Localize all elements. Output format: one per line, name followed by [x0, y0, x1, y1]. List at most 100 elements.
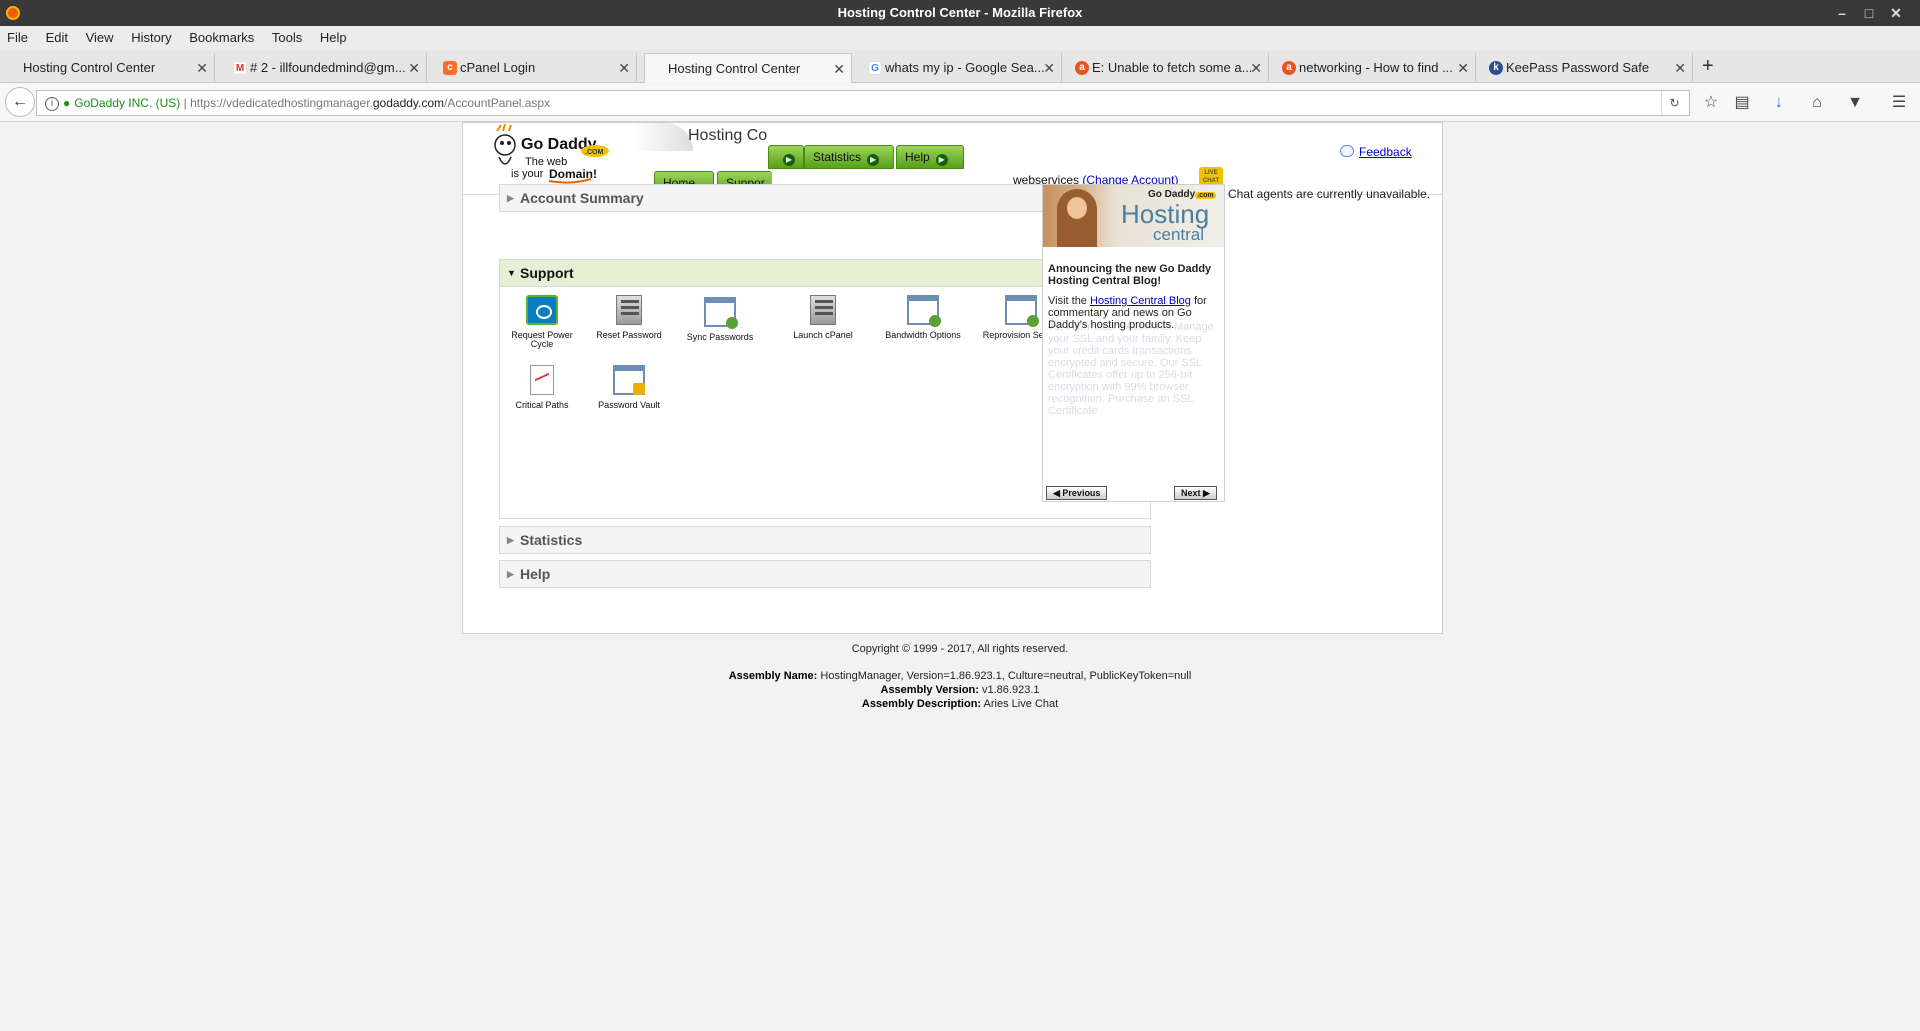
back-button[interactable]: ←	[5, 87, 35, 117]
header-overlay	[768, 123, 1230, 145]
icon-label: Critical Paths	[515, 400, 569, 410]
close-tab-icon[interactable]: ✕	[1674, 53, 1686, 83]
chevron-right-icon: ▶	[507, 569, 514, 579]
promo-text-before: Visit the	[1048, 295, 1090, 307]
assembly-version: Assembly Version: v1.86.923.1	[0, 684, 1920, 696]
menu-bar: File Edit View History Bookmarks Tools H…	[0, 26, 1920, 50]
bookmark-star-icon[interactable]: ☆	[1701, 93, 1721, 113]
password-vault-icon	[613, 365, 645, 395]
tab-hosting-control-center-1[interactable]: Hosting Control Center ✕	[0, 53, 215, 83]
info-icon[interactable]: i	[45, 96, 59, 111]
assembly-description-value: Aries Live Chat	[983, 698, 1059, 710]
reload-icon[interactable]: ↻	[1661, 91, 1687, 115]
tab-askubuntu-networking[interactable]: a networking - How to find ... ✕	[1276, 53, 1476, 83]
close-tab-icon[interactable]: ✕	[618, 53, 630, 83]
account-panel-page: Go Daddy .COM The web is your Domain! Ho…	[462, 122, 1443, 634]
power-cycle-icon	[526, 295, 558, 325]
bandwidth-options-button[interactable]: Bandwidth Options	[881, 295, 965, 340]
launch-cpanel-button[interactable]: Launch cPanel	[781, 295, 865, 340]
close-tab-icon[interactable]: ✕	[408, 53, 420, 83]
close-tab-icon[interactable]: ✕	[1457, 53, 1469, 83]
request-power-cycle-button[interactable]: Request Power Cycle	[500, 295, 584, 349]
menu-view[interactable]: View	[79, 26, 121, 50]
hamburger-menu-icon[interactable]: ☰	[1889, 93, 1909, 113]
close-tab-icon[interactable]: ✕	[833, 54, 845, 83]
cpanel-icon: c	[443, 61, 457, 75]
feedback-link[interactable]: Feedback	[1359, 145, 1412, 159]
google-icon: G	[868, 61, 882, 75]
navigation-bar: ← i ● GoDaddy INC. (US) | https://vdedicat…	[0, 84, 1920, 122]
sync-passwords-button[interactable]: Sync Passwords	[678, 297, 762, 342]
close-window-button[interactable]: ✕	[1884, 0, 1908, 26]
chevron-down-icon: ▼	[507, 268, 516, 278]
next-button[interactable]: Next ▶	[1174, 486, 1217, 500]
panel-statistics[interactable]: ▶ Statistics	[499, 526, 1151, 554]
close-tab-icon[interactable]: ✕	[196, 53, 208, 83]
reset-password-button[interactable]: Reset Password	[587, 295, 671, 340]
panel-help[interactable]: ▶ Help	[499, 560, 1151, 588]
tab-hosting-control-center-active[interactable]: Hosting Control Center ✕	[644, 53, 852, 83]
hosting-central-blog-link[interactable]: Hosting Central Blog	[1090, 295, 1191, 307]
promo-faded-text: es, information, Accounts Manage your SS…	[1048, 321, 1220, 417]
menu-history[interactable]: History	[124, 26, 178, 50]
reprovision-icon	[1005, 295, 1039, 327]
maximize-button[interactable]: □	[1857, 0, 1881, 26]
tab-label: Hosting Control Center	[23, 60, 156, 75]
promo-face	[1067, 197, 1087, 219]
tab-keepass[interactable]: k KeePass Password Safe ✕	[1483, 53, 1693, 83]
panel-title: Statistics	[520, 532, 583, 548]
minimize-button[interactable]: –	[1830, 0, 1854, 26]
tab-askubuntu-fetch[interactable]: a E: Unable to fetch some a... ✕	[1069, 53, 1269, 83]
reading-list-icon[interactable]: ▤	[1732, 93, 1752, 113]
promo-title: Announcing the new Go Daddy Hosting Cent…	[1048, 263, 1212, 287]
panel-title: Help	[520, 566, 551, 582]
tab-google-search[interactable]: G whats my ip - Google Sea... ✕	[862, 53, 1062, 83]
assembly-name-label: Assembly Name:	[728, 670, 818, 682]
new-tab-button[interactable]: +	[1702, 53, 1714, 79]
menu-file[interactable]: File	[0, 26, 35, 50]
promo-subheading: central	[1153, 225, 1205, 244]
header-title: Hosting Con	[688, 127, 777, 144]
firefox-icon	[6, 6, 20, 20]
godaddy-logo[interactable]: Go Daddy .COM The web is your Domain!	[491, 123, 617, 187]
previous-label: Previous	[1062, 488, 1101, 498]
previous-button[interactable]: ◀ Previous	[1046, 486, 1108, 500]
feedback-icon[interactable]	[1340, 145, 1354, 157]
hosting-central-banner[interactable]: Go Daddy .com Hosting central	[1043, 185, 1224, 247]
password-vault-button[interactable]: Password Vault	[587, 365, 671, 410]
download-icon[interactable]: ↓	[1769, 93, 1789, 113]
menu-help[interactable]: Help	[313, 26, 354, 50]
icon-label: Password Vault	[598, 400, 660, 410]
askubuntu-icon: a	[1282, 61, 1296, 75]
assembly-name-value: HostingManager, Version=1.86.923.1, Cult…	[820, 670, 1192, 682]
close-tab-icon[interactable]: ✕	[1250, 53, 1262, 83]
tab-cpanel-login[interactable]: c cPanel Login ✕	[437, 53, 637, 83]
close-tab-icon[interactable]: ✕	[1043, 53, 1055, 83]
home-icon[interactable]: ⌂	[1807, 93, 1827, 113]
menu-edit[interactable]: Edit	[39, 26, 75, 50]
nav-help[interactable]: Help ▶	[896, 145, 964, 169]
svg-text:.COM: .COM	[585, 149, 603, 156]
tab-label: # 2 - illfoundedmind@gm...	[250, 60, 406, 75]
url-path: /AccountPanel.aspx	[444, 96, 551, 110]
askubuntu-icon: a	[1075, 61, 1089, 75]
panel-title: Support	[520, 265, 574, 281]
icon-label: Request Power Cycle	[511, 330, 573, 349]
copyright: Copyright © 1999 - 2017, All rights rese…	[851, 643, 1069, 655]
header-curve	[633, 123, 693, 151]
tab-gmail[interactable]: M # 2 - illfoundedmind@gm... ✕	[227, 53, 427, 83]
nav-label: Help	[905, 150, 930, 164]
pocket-icon[interactable]: ▼	[1845, 93, 1865, 113]
lock-icon: ●	[63, 96, 71, 110]
window-titlebar: Hosting Control Center - Mozilla Firefox…	[0, 0, 1920, 26]
critical-paths-button[interactable]: Critical Paths	[500, 365, 584, 410]
chat-status: Chat agents are currently unavailable.	[1228, 187, 1431, 201]
icon-label: Launch cPanel	[793, 330, 853, 340]
nav-statistics[interactable]: Statistics ▶	[804, 145, 894, 169]
address-bar[interactable]: i ● GoDaddy INC. (US) | https://vdedicated…	[36, 90, 1690, 116]
nav-account-partial[interactable]: ▶	[768, 145, 804, 169]
critical-paths-icon	[530, 365, 554, 395]
tab-label: KeePass Password Safe	[1506, 60, 1650, 75]
menu-bookmarks[interactable]: Bookmarks	[182, 26, 261, 50]
menu-tools[interactable]: Tools	[265, 26, 309, 50]
